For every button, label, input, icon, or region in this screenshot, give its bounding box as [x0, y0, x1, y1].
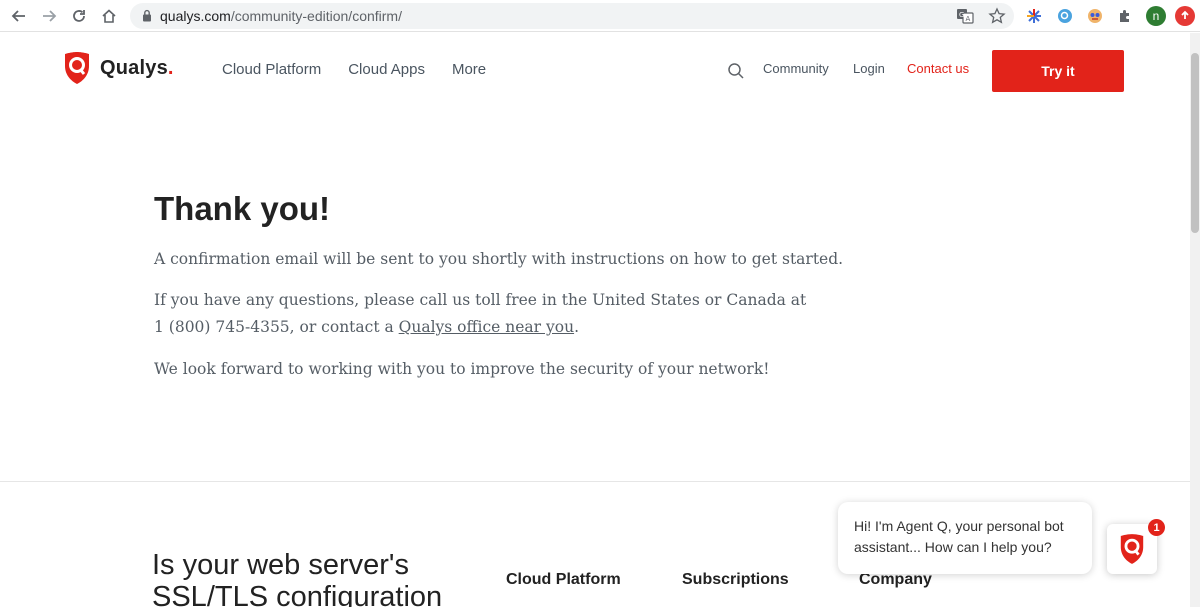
login-link[interactable]: Login [853, 61, 885, 76]
contact-text: If you have any questions, please call u… [154, 291, 807, 336]
extension-search-icon[interactable] [1055, 6, 1075, 26]
extension-face-icon[interactable] [1085, 6, 1105, 26]
page-scrollbar[interactable] [1190, 33, 1200, 607]
qualys-logo[interactable]: Qualys. [62, 51, 174, 85]
search-icon[interactable] [727, 62, 745, 85]
nav-more[interactable]: More [452, 61, 486, 78]
home-icon[interactable] [98, 5, 120, 27]
ssl-heading: Is your web server's SSL/TLS configurati… [152, 549, 443, 607]
section-divider [0, 481, 1190, 482]
extension-sparkle-icon[interactable] [1024, 6, 1044, 26]
update-icon[interactable] [1175, 6, 1195, 26]
logo-text: Qualys. [100, 56, 174, 79]
reload-icon[interactable] [68, 5, 90, 27]
qualys-office-link[interactable]: Qualys office near you [399, 318, 574, 336]
forward-icon[interactable] [38, 5, 60, 27]
svg-text:A: A [966, 15, 971, 23]
qualys-chat-icon [1120, 534, 1144, 564]
lock-icon [142, 9, 152, 27]
scrollbar-thumb[interactable] [1191, 53, 1199, 233]
star-icon[interactable] [988, 7, 1006, 25]
community-link[interactable]: Community [763, 61, 829, 76]
qualys-shield-icon [65, 52, 89, 84]
try-it-button[interactable]: Try it [992, 50, 1124, 92]
confirmation-text: A confirmation email will be sent to you… [154, 250, 844, 268]
chat-greeting-bubble[interactable]: Hi! I'm Agent Q, your personal bot assis… [838, 502, 1092, 574]
main-nav: Cloud Platform Cloud Apps More [222, 61, 486, 78]
nav-cloud-platform[interactable]: Cloud Platform [222, 61, 321, 78]
nav-cloud-apps[interactable]: Cloud Apps [348, 61, 425, 78]
svg-text:G: G [959, 11, 964, 19]
contact-us-link[interactable]: Contact us [907, 61, 969, 76]
site-header: Qualys. Cloud Platform Cloud Apps More C… [0, 33, 1190, 107]
page-title: Thank you! [154, 190, 331, 227]
url-text: qualys.com/community-edition/confirm/ [160, 8, 402, 24]
extensions-puzzle-icon[interactable] [1115, 6, 1135, 26]
back-icon[interactable] [8, 5, 30, 27]
chat-notification-badge: 1 [1148, 519, 1165, 536]
profile-avatar[interactable]: n [1146, 6, 1166, 26]
address-bar[interactable]: qualys.com/community-edition/confirm/ GA [130, 3, 1014, 29]
translate-icon[interactable]: GA [956, 7, 974, 25]
footer-heading-subscriptions: Subscriptions [682, 571, 789, 588]
browser-toolbar: qualys.com/community-edition/confirm/ GA… [0, 0, 1200, 32]
closing-text: We look forward to working with you to i… [154, 360, 770, 378]
footer-heading-cloud-platform: Cloud Platform [506, 571, 621, 588]
